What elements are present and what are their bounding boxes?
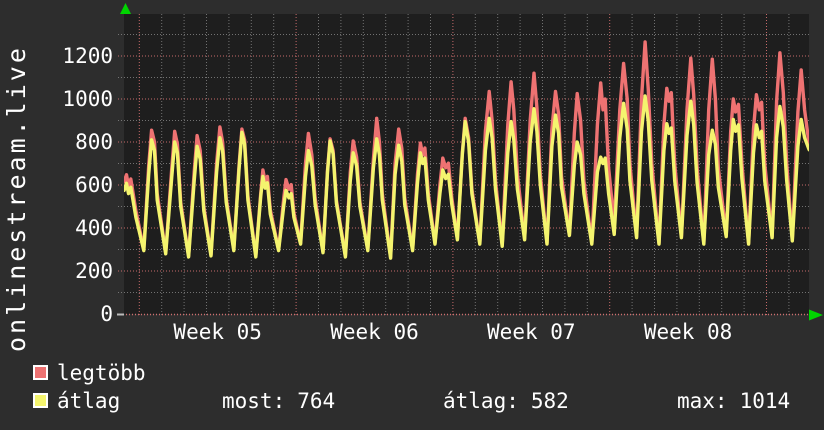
stat-most-label: most: (222, 389, 286, 413)
stat-atlag: átlag: 582 (443, 389, 569, 413)
y-tick-label: 1200 (62, 44, 113, 68)
y-tick-label: 0 (100, 302, 113, 326)
x-tick-label: Week 06 (330, 320, 419, 344)
stat-atlag-label: átlag: (443, 389, 519, 413)
stat-max: max: 1014 (677, 389, 790, 413)
legend-label-atlag: átlag (57, 389, 121, 413)
x-tick-label: Week 08 (643, 320, 733, 344)
legend-label-legtobb: legtöbb (57, 361, 146, 385)
y-tick-label: 600 (75, 173, 113, 197)
stat-most-value: 764 (297, 389, 336, 413)
vertical-axis-title: onlinestream.live (2, 45, 31, 352)
y-axis-arrow-icon (120, 3, 131, 14)
x-tick-label: Week 05 (173, 320, 262, 344)
stat-max-value: 1014 (739, 389, 791, 413)
chart-canvas (117, 3, 823, 321)
stat-max-label: max: (677, 389, 728, 413)
legend-swatch-atlag (33, 393, 48, 408)
stat-most: most: 764 (222, 389, 335, 413)
y-tick-label: 1000 (62, 87, 113, 111)
stat-atlag-value: 582 (530, 389, 569, 413)
x-axis-arrow-icon (809, 309, 823, 321)
legend-swatch-legtobb (33, 365, 48, 380)
y-tick-label: 800 (75, 130, 113, 154)
x-tick-label: Week 07 (487, 320, 576, 344)
y-tick-label: 200 (75, 259, 113, 283)
y-tick-label: 400 (75, 216, 113, 240)
